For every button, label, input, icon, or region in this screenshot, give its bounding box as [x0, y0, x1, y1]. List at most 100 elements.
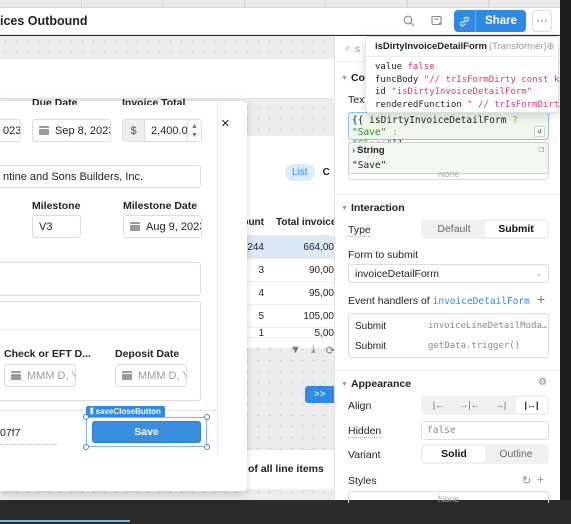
- color-hex-text[interactable]: 07f7: [0, 427, 20, 439]
- code-token: "Save": [352, 127, 387, 138]
- align-right-option[interactable]: →|: [485, 397, 516, 413]
- settings-sliders-icon[interactable]: ⚙: [538, 377, 547, 388]
- drag-handle-icon[interactable]: ⦀: [90, 407, 94, 417]
- tooltip-value: false: [407, 62, 435, 72]
- interaction-section-header[interactable]: ▼ Interaction: [341, 202, 405, 214]
- download-icon[interactable]: ⤓: [311, 344, 316, 357]
- reset-styles-icon[interactable]: ↻: [522, 474, 531, 487]
- section-divider: [335, 194, 561, 195]
- align-center-option[interactable]: →|←: [454, 397, 485, 413]
- type-segmented-control: Default Submit: [421, 219, 549, 239]
- copy-icon[interactable]: ❐: [539, 145, 544, 155]
- search-button[interactable]: [398, 10, 420, 32]
- variant-option-outline[interactable]: Outline: [485, 446, 547, 462]
- customer-value: ntine and Sons Builders, Inc.: [3, 170, 144, 183]
- handler-event: Submit: [355, 341, 387, 352]
- evaluated-result: › String "Save" ❐: [348, 142, 549, 174]
- appearance-section-header[interactable]: ▼ Appearance: [341, 378, 411, 390]
- align-stretch-option[interactable]: |↔|: [516, 397, 547, 413]
- caret-down-icon: ▼: [341, 74, 348, 82]
- chevron-down-icon[interactable]: ▼: [191, 131, 198, 140]
- table-cell: 90,00: [308, 264, 334, 276]
- chevron-up-icon[interactable]: ▲: [191, 122, 198, 131]
- check-eft-date-picker[interactable]: MMM D, YY: [4, 364, 76, 387]
- hidden-input[interactable]: false: [421, 421, 549, 440]
- transformer-tooltip: isDirtyInvoiceDetailForm (Transformer) ⊕…: [365, 36, 569, 113]
- notes-textarea[interactable]: [0, 262, 201, 296]
- milestone-date-value: Aug 9, 2023: [146, 220, 202, 233]
- save-close-button[interactable]: Save: [92, 421, 201, 443]
- form-to-submit-label: Form to submit: [348, 249, 419, 261]
- align-left-option[interactable]: |←: [423, 397, 454, 413]
- tooltip-row: id "isDirtyInvoiceDetailForm": [375, 86, 565, 99]
- event-handler-item[interactable]: Submit getData.trigger(): [355, 341, 520, 352]
- align-segmented-control: |← →|← →| |↔|: [421, 395, 549, 415]
- selected-component-tag[interactable]: ⦀ saveCloseButton: [86, 406, 165, 417]
- section-divider: [0, 329, 200, 330]
- preview-button[interactable]: [426, 10, 448, 32]
- browser-tab[interactable]: [326, 0, 408, 7]
- chevron-right-icon[interactable]: ›: [352, 145, 355, 156]
- content-none-box: None: [348, 172, 549, 180]
- handler-action: invoiceLineDetailModa…: [428, 321, 548, 331]
- styles-label: Styles: [348, 475, 377, 487]
- resize-handle[interactable]: [204, 444, 210, 450]
- invoice-date-input[interactable]: 023: [0, 119, 21, 142]
- handler-action: getData.trigger(): [428, 341, 521, 351]
- tooltip-key: value: [375, 62, 403, 72]
- type-option-default[interactable]: Default: [423, 221, 485, 237]
- table-cell: 664,00: [303, 241, 334, 253]
- browser-tab[interactable]: [0, 0, 82, 7]
- event-handler-item[interactable]: Submit invoiceLineDetailModa…: [355, 321, 547, 332]
- resize-handle[interactable]: [83, 444, 89, 450]
- more-options-button[interactable]: ···: [532, 10, 552, 32]
- due-date-picker[interactable]: Sep 8, 2023: [32, 119, 111, 142]
- type-option-submit[interactable]: Submit: [485, 221, 547, 237]
- share-button[interactable]: Share: [476, 10, 526, 32]
- add-style-icon[interactable]: +: [537, 474, 543, 487]
- event-handlers-target-link[interactable]: invoiceDetailForm: [433, 296, 530, 307]
- styles-none-label: None: [437, 494, 460, 503]
- section-divider: [335, 370, 561, 371]
- customer-input[interactable]: ntine and Sons Builders, Inc.: [0, 165, 201, 188]
- add-event-handler-icon[interactable]: +: [537, 291, 545, 307]
- milestone-input[interactable]: V3: [32, 215, 81, 238]
- milestone-date-label: Milestone Date: [123, 200, 198, 212]
- tooltip-value: "// trIsFormDirty const k…: [423, 74, 565, 85]
- variant-option-solid[interactable]: Solid: [423, 446, 485, 462]
- tooltip-value: "isDirtyInvoiceDetailForm": [391, 87, 533, 97]
- styles-none-box: None: [348, 491, 549, 503]
- due-date-value: Sep 8, 2023: [55, 124, 111, 137]
- locate-icon[interactable]: ⊕: [547, 41, 555, 52]
- tooltip-key: id: [375, 87, 386, 97]
- milestone-date-picker[interactable]: Aug 9, 2023: [123, 215, 202, 238]
- reset-icon[interactable]: ↺: [534, 126, 545, 137]
- resize-handle[interactable]: [83, 414, 89, 420]
- form-to-submit-select[interactable]: invoiceDetailForm ⌄: [348, 264, 549, 283]
- invoice-total-input[interactable]: $ 2,400.00 ▲▼: [122, 119, 202, 142]
- browser-tab[interactable]: [408, 0, 490, 7]
- other-view-tab[interactable]: C: [323, 167, 330, 178]
- browser-tab[interactable]: [489, 0, 571, 7]
- tooltip-key: funcBody: [375, 74, 419, 85]
- browser-tab[interactable]: [163, 0, 245, 7]
- text-code-input[interactable]: {{ isDirtyInvoiceDetailForm ? "Save" :"C…: [348, 112, 549, 150]
- amount-stepper[interactable]: ▲ ▼: [187, 120, 201, 141]
- browser-tab[interactable]: [82, 0, 164, 7]
- column-header[interactable]: Total invoice: [270, 217, 334, 228]
- next-page-button[interactable]: >>: [305, 386, 334, 403]
- browser-tab[interactable]: [245, 0, 327, 7]
- close-icon[interactable]: ×: [221, 115, 230, 132]
- resize-handle[interactable]: [204, 414, 210, 420]
- filter-icon[interactable]: ▼: [290, 344, 301, 357]
- deposit-date-picker[interactable]: MMM D, YY: [115, 364, 187, 387]
- tooltip-key: renderedFunction: [375, 99, 462, 110]
- list-view-tab[interactable]: List: [285, 164, 315, 181]
- tooltip-row: renderedFunction " // trIsFormDirt…: [375, 99, 565, 112]
- invoice-total-label: Invoice Total: [122, 97, 186, 105]
- calendar-icon: [11, 371, 21, 380]
- invoice-date-value: 023: [3, 124, 21, 137]
- dotted-underline: [0, 444, 58, 445]
- deposit-date-placeholder: MMM D, YY: [138, 369, 186, 382]
- copy-link-button[interactable]: [454, 10, 477, 32]
